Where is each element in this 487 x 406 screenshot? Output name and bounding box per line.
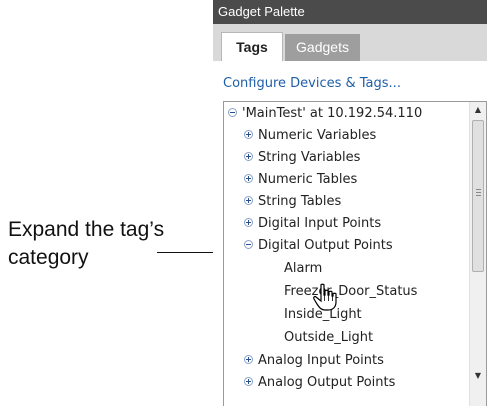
tree-category-string-variables[interactable]: String Variables [244, 147, 360, 169]
configure-devices-tags-link[interactable]: Configure Devices & Tags... [223, 76, 401, 91]
tree-category-numeric-variables[interactable]: Numeric Variables [244, 125, 376, 147]
tree-category-digital-output-points[interactable]: Digital Output Points [244, 235, 393, 257]
tree-root-label: 'MainTest' at 10.192.54.110 [242, 106, 423, 121]
tree-category-digital-input-points[interactable]: Digital Input Points [244, 213, 381, 235]
callout-text: Expand the tag’s category [8, 216, 168, 272]
tree-category-numeric-tables[interactable]: Numeric Tables [244, 169, 357, 191]
thumb-grip-line [476, 195, 481, 196]
tag-label: Outside_Light [284, 330, 374, 345]
category-label: Numeric Variables [258, 128, 377, 143]
callout-line-2: category [8, 246, 89, 269]
scroll-down-arrow-icon[interactable]: ▼ [470, 368, 486, 384]
tree-tag-freezer-door-status[interactable]: Freezer_Door_Status [284, 281, 417, 303]
expand-icon[interactable] [244, 218, 253, 227]
gadget-palette: Gadget Palette Tags Gadgets Configure De… [213, 0, 487, 406]
collapse-root-icon[interactable] [228, 108, 237, 117]
thumb-grip-line [476, 189, 481, 190]
scrollbar-thumb[interactable] [472, 120, 484, 272]
scroll-up-arrow-icon[interactable]: ▲ [470, 102, 486, 118]
tag-label: Alarm [284, 261, 323, 276]
category-label: Digital Input Points [258, 216, 382, 231]
tag-label: Freezer_Door_Status [284, 284, 418, 299]
callout-line-1: Expand the tag’s [8, 218, 165, 241]
tree-category-analog-input-points[interactable]: Analog Input Points [244, 350, 384, 372]
hand-pointer-icon [313, 283, 337, 311]
category-label: Numeric Tables [258, 172, 358, 187]
category-label: String Variables [258, 150, 361, 165]
expand-icon[interactable] [244, 152, 253, 161]
tree-category-analog-output-points[interactable]: Analog Output Points [244, 372, 395, 394]
thumb-grip-line [476, 192, 481, 193]
category-label: String Tables [258, 194, 342, 209]
expand-icon[interactable] [244, 196, 253, 205]
expand-icon[interactable] [244, 130, 253, 139]
expand-icon[interactable] [244, 355, 253, 364]
tag-tree: 'MainTest' at 10.192.54.110 Numeric Vari… [223, 101, 487, 406]
tree-tag-outside-light[interactable]: Outside_Light [284, 327, 373, 349]
category-label: Analog Input Points [258, 353, 384, 368]
tree-scrollbar[interactable]: ▲ ▼ [469, 102, 486, 406]
tab-gadgets[interactable]: Gadgets [285, 34, 360, 61]
tree-category-string-tables[interactable]: String Tables [244, 191, 341, 213]
tree-tag-alarm[interactable]: Alarm [284, 258, 322, 280]
tab-bar: Tags Gadgets [213, 24, 487, 61]
category-label: Digital Output Points [258, 238, 393, 253]
palette-title: Gadget Palette [213, 0, 487, 24]
collapse-icon[interactable] [244, 240, 253, 249]
expand-icon[interactable] [244, 174, 253, 183]
expand-icon[interactable] [244, 377, 253, 386]
category-label: Analog Output Points [258, 375, 396, 390]
tab-tags[interactable]: Tags [221, 32, 283, 61]
tree-root-mainTest[interactable]: 'MainTest' at 10.192.54.110 [228, 103, 422, 125]
